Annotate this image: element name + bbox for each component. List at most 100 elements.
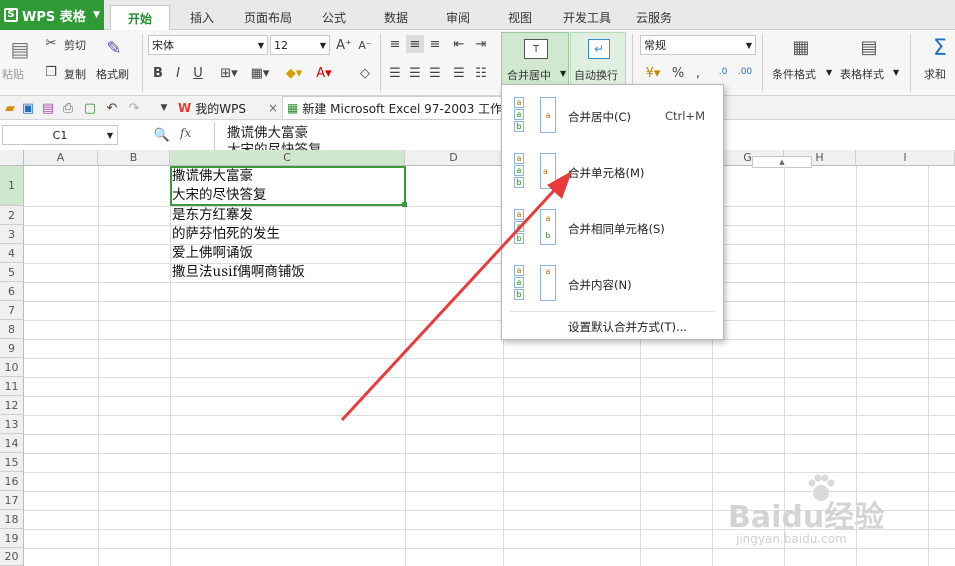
conditional-format-button[interactable]: 条件格式	[772, 66, 816, 82]
close-icon[interactable]: ×	[268, 101, 278, 115]
open-icon[interactable]: ▰	[2, 99, 18, 117]
row-header-8[interactable]: 8	[0, 320, 24, 339]
increase-font-icon[interactable]: A⁺	[335, 35, 353, 55]
tab-formulas[interactable]: 公式	[308, 5, 360, 30]
insert-function-button[interactable]: fx	[180, 126, 191, 140]
conditional-format-icon[interactable]: ▦	[788, 34, 814, 60]
menu-item-merge-content[interactable]: aab a 合并内容(N)	[502, 255, 723, 311]
print-preview-icon[interactable]: ▢	[82, 99, 98, 117]
row-header-19[interactable]: 19	[0, 529, 24, 548]
copy-button[interactable]: 复制	[64, 66, 86, 82]
app-menu-button[interactable]: S WPS 表格 ▼	[0, 0, 104, 30]
align-center-icon[interactable]: ☰	[406, 64, 424, 82]
paste-icon[interactable]: ▤	[6, 34, 34, 64]
tab-page-layout[interactable]: 页面布局	[236, 5, 300, 30]
name-box[interactable]: C1 ▼	[2, 125, 118, 145]
menu-item-set-default-merge[interactable]: 设置默认合并方式(T)...	[568, 319, 687, 335]
row-header-15[interactable]: 15	[0, 453, 24, 472]
bold-button[interactable]: B	[150, 64, 166, 82]
cut-button[interactable]: 剪切	[64, 37, 86, 53]
column-header-d[interactable]: D	[405, 150, 503, 166]
font-size-select[interactable]: 12 ▼	[270, 35, 330, 55]
tab-home[interactable]: 开始	[110, 5, 170, 30]
underline-button[interactable]: U	[190, 64, 206, 82]
percent-button[interactable]: %	[670, 64, 686, 82]
scissors-icon[interactable]: ✂	[42, 35, 60, 51]
cell-c2[interactable]: 是东方红寨发	[172, 206, 253, 225]
menu-item-merge-center[interactable]: aab a 合并居中(C) Ctrl+M	[502, 87, 723, 143]
sum-button[interactable]: 求和	[924, 66, 946, 82]
menu-item-merge-cells[interactable]: aab a 合并单元格(M)	[502, 143, 723, 199]
align-left-icon[interactable]: ☰	[386, 64, 404, 82]
cell-c3[interactable]: 的萨芬怕死的发生	[172, 225, 280, 244]
cell-c5[interactable]: 撒旦法usif偶啊商铺饭	[172, 263, 305, 282]
tab-cloud[interactable]: 云服务	[628, 5, 680, 30]
row-header-12[interactable]: 12	[0, 396, 24, 415]
row-header-10[interactable]: 10	[0, 358, 24, 377]
column-header-i[interactable]: I	[856, 150, 955, 166]
row-header-2[interactable]: 2	[0, 206, 24, 225]
row-header-13[interactable]: 13	[0, 415, 24, 434]
row-header-1[interactable]: 1	[0, 166, 24, 206]
row-header-17[interactable]: 17	[0, 491, 24, 510]
tab-developer[interactable]: 开发工具	[556, 5, 618, 30]
distributed-icon[interactable]: ☷	[472, 64, 490, 82]
redo-icon[interactable]: ↷	[126, 99, 142, 117]
increase-indent-icon[interactable]: ⇥	[472, 35, 490, 53]
customize-toolbar-icon[interactable]: ▼	[156, 99, 172, 117]
tab-insert[interactable]: 插入	[176, 5, 228, 30]
row-header-20[interactable]: 20	[0, 548, 24, 566]
row-header-11[interactable]: 11	[0, 377, 24, 396]
borders-icon[interactable]: ⊞▾	[214, 64, 244, 82]
fill-color-icon[interactable]: ◆▾	[280, 64, 308, 82]
row-header-18[interactable]: 18	[0, 510, 24, 529]
tab-data[interactable]: 数据	[370, 5, 422, 30]
thousands-separator-icon[interactable]: ,	[690, 64, 706, 82]
select-all-corner[interactable]	[0, 150, 24, 166]
zoom-icon[interactable]: 🔍	[152, 125, 172, 145]
fill-handle[interactable]	[402, 202, 407, 207]
row-header-6[interactable]: 6	[0, 282, 24, 301]
export-pdf-icon[interactable]: ▤	[40, 99, 56, 117]
font-name-select[interactable]: 宋体 ▼	[148, 35, 268, 55]
decrease-indent-icon[interactable]: ⇤	[450, 35, 468, 53]
font-color-icon[interactable]: A▾	[310, 64, 338, 82]
align-right-icon[interactable]: ☰	[426, 64, 444, 82]
fill-pattern-icon[interactable]: ▦▾	[246, 64, 274, 82]
wrap-text-button[interactable]: ↵ 自动换行	[570, 32, 626, 86]
justify-icon[interactable]: ☰	[450, 64, 468, 82]
format-painter-icon[interactable]: ✎	[102, 34, 126, 62]
decrease-font-icon[interactable]: A⁻	[356, 35, 374, 55]
decrease-decimal-icon[interactable]: .00	[736, 62, 754, 82]
row-header-7[interactable]: 7	[0, 301, 24, 320]
menu-item-merge-same-cells[interactable]: aab ab 合并相同单元格(S)	[502, 199, 723, 255]
row-header-16[interactable]: 16	[0, 472, 24, 491]
column-header-c[interactable]: C	[170, 150, 405, 166]
row-header-4[interactable]: 4	[0, 244, 24, 263]
row-header-3[interactable]: 3	[0, 225, 24, 244]
align-top-icon[interactable]: ≡	[386, 35, 404, 53]
clear-format-icon[interactable]: ◇	[356, 64, 374, 82]
save-icon[interactable]: ▣	[20, 99, 36, 117]
print-icon[interactable]: ⎙	[60, 99, 76, 117]
number-format-select[interactable]: 常规 ▼	[640, 35, 756, 55]
undo-icon[interactable]: ↶	[104, 99, 120, 117]
align-middle-icon[interactable]: ≡	[406, 35, 424, 53]
tab-document[interactable]: ▦ 新建 Microsoft Excel 97-2003 工作	[282, 96, 504, 120]
column-header-b[interactable]: B	[98, 150, 170, 166]
expand-formula-bar-handle[interactable]: ▲	[752, 156, 812, 168]
currency-icon[interactable]: ¥▾	[640, 64, 666, 82]
copy-icon[interactable]: ❐	[42, 64, 60, 80]
format-painter-button[interactable]: 格式刷	[96, 66, 129, 82]
tab-review[interactable]: 审阅	[432, 5, 484, 30]
cell-c4[interactable]: 爱上佛啊诵饭	[172, 244, 253, 263]
align-bottom-icon[interactable]: ≡	[426, 35, 444, 53]
row-header-9[interactable]: 9	[0, 339, 24, 358]
row-header-14[interactable]: 14	[0, 434, 24, 453]
table-style-icon[interactable]: ▤	[856, 34, 882, 60]
tab-my-wps[interactable]: W 我的WPS ×	[178, 97, 278, 119]
column-header-a[interactable]: A	[24, 150, 98, 166]
merge-center-button[interactable]: T 合并居中 ▼	[501, 32, 569, 86]
row-header-5[interactable]: 5	[0, 263, 24, 282]
paste-button[interactable]: 粘贴	[2, 66, 24, 82]
